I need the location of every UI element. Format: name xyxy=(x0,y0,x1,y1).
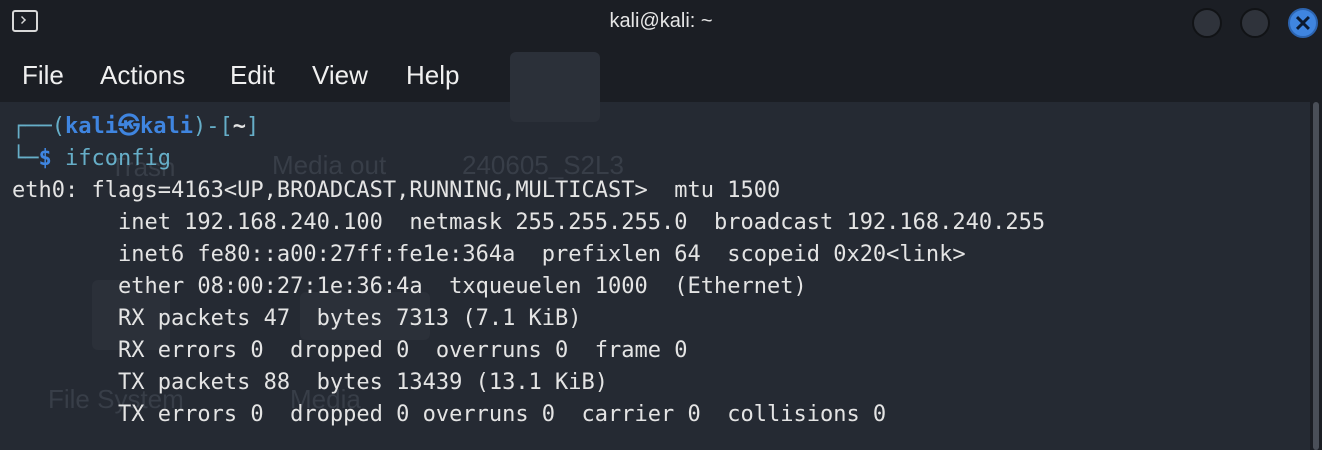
menu-file[interactable]: File xyxy=(22,60,64,91)
menu-view[interactable]: View xyxy=(312,60,368,91)
close-icon: ✕ xyxy=(1293,11,1313,36)
close-button[interactable]: ✕ xyxy=(1288,8,1318,38)
prompt-line-1: ┌──(kali㉿kali)-[~] xyxy=(12,111,259,143)
titlebar[interactable]: kali@kali: ~ ✕ xyxy=(0,0,1322,46)
output-line: TX errors 0 dropped 0 overruns 0 carrier… xyxy=(12,402,887,427)
prompt-line-2: └─$ ifconfig xyxy=(12,143,171,175)
menubar: File Actions Edit View Help xyxy=(0,46,1322,102)
prompt-corner: ┌──( xyxy=(12,114,65,139)
minimize-button[interactable] xyxy=(1192,8,1222,38)
prompt-host: kali xyxy=(139,114,193,139)
menu-actions[interactable]: Actions xyxy=(100,60,185,91)
output-line: inet 192.168.240.100 netmask 255.255.255… xyxy=(12,210,1046,235)
maximize-button[interactable] xyxy=(1240,8,1270,38)
output-line: RX packets 47 bytes 7313 (7.1 KiB) xyxy=(12,306,582,331)
prompt-dollar: $ xyxy=(38,146,52,171)
menu-edit[interactable]: Edit xyxy=(230,60,275,91)
terminal-output[interactable]: ┌──(kali㉿kali)-[~] └─$ ifconfig eth0: fl… xyxy=(0,102,1310,450)
window-title: kali@kali: ~ xyxy=(609,10,713,32)
output-line: TX packets 88 bytes 13439 (13.1 KiB) xyxy=(12,370,609,395)
prompt-corner-bottom: └─ xyxy=(12,146,39,171)
prompt-bracket-end: ] xyxy=(245,114,260,139)
output-line: RX errors 0 dropped 0 overruns 0 frame 0 xyxy=(12,338,688,363)
prompt-user: kali xyxy=(64,114,118,139)
scrollbar-thumb[interactable] xyxy=(1313,102,1319,450)
prompt-at: ㉿ xyxy=(117,114,140,139)
terminal-window: kali@kali: ~ ✕ File Actions Edit View He… xyxy=(0,0,1322,450)
menu-help[interactable]: Help xyxy=(406,60,459,91)
prompt-cwd: ~ xyxy=(232,114,246,139)
output-line: inet6 fe80::a00:27ff:fe1e:364a prefixlen… xyxy=(12,242,966,267)
output-line: ether 08:00:27:1e:36:4a txqueuelen 1000 … xyxy=(12,274,807,299)
scrollbar[interactable] xyxy=(1310,102,1322,450)
prompt-bracket: )-[ xyxy=(192,114,233,139)
command-text: ifconfig xyxy=(65,146,171,171)
output-line: eth0: flags=4163<UP,BROADCAST,RUNNING,MU… xyxy=(12,178,781,203)
